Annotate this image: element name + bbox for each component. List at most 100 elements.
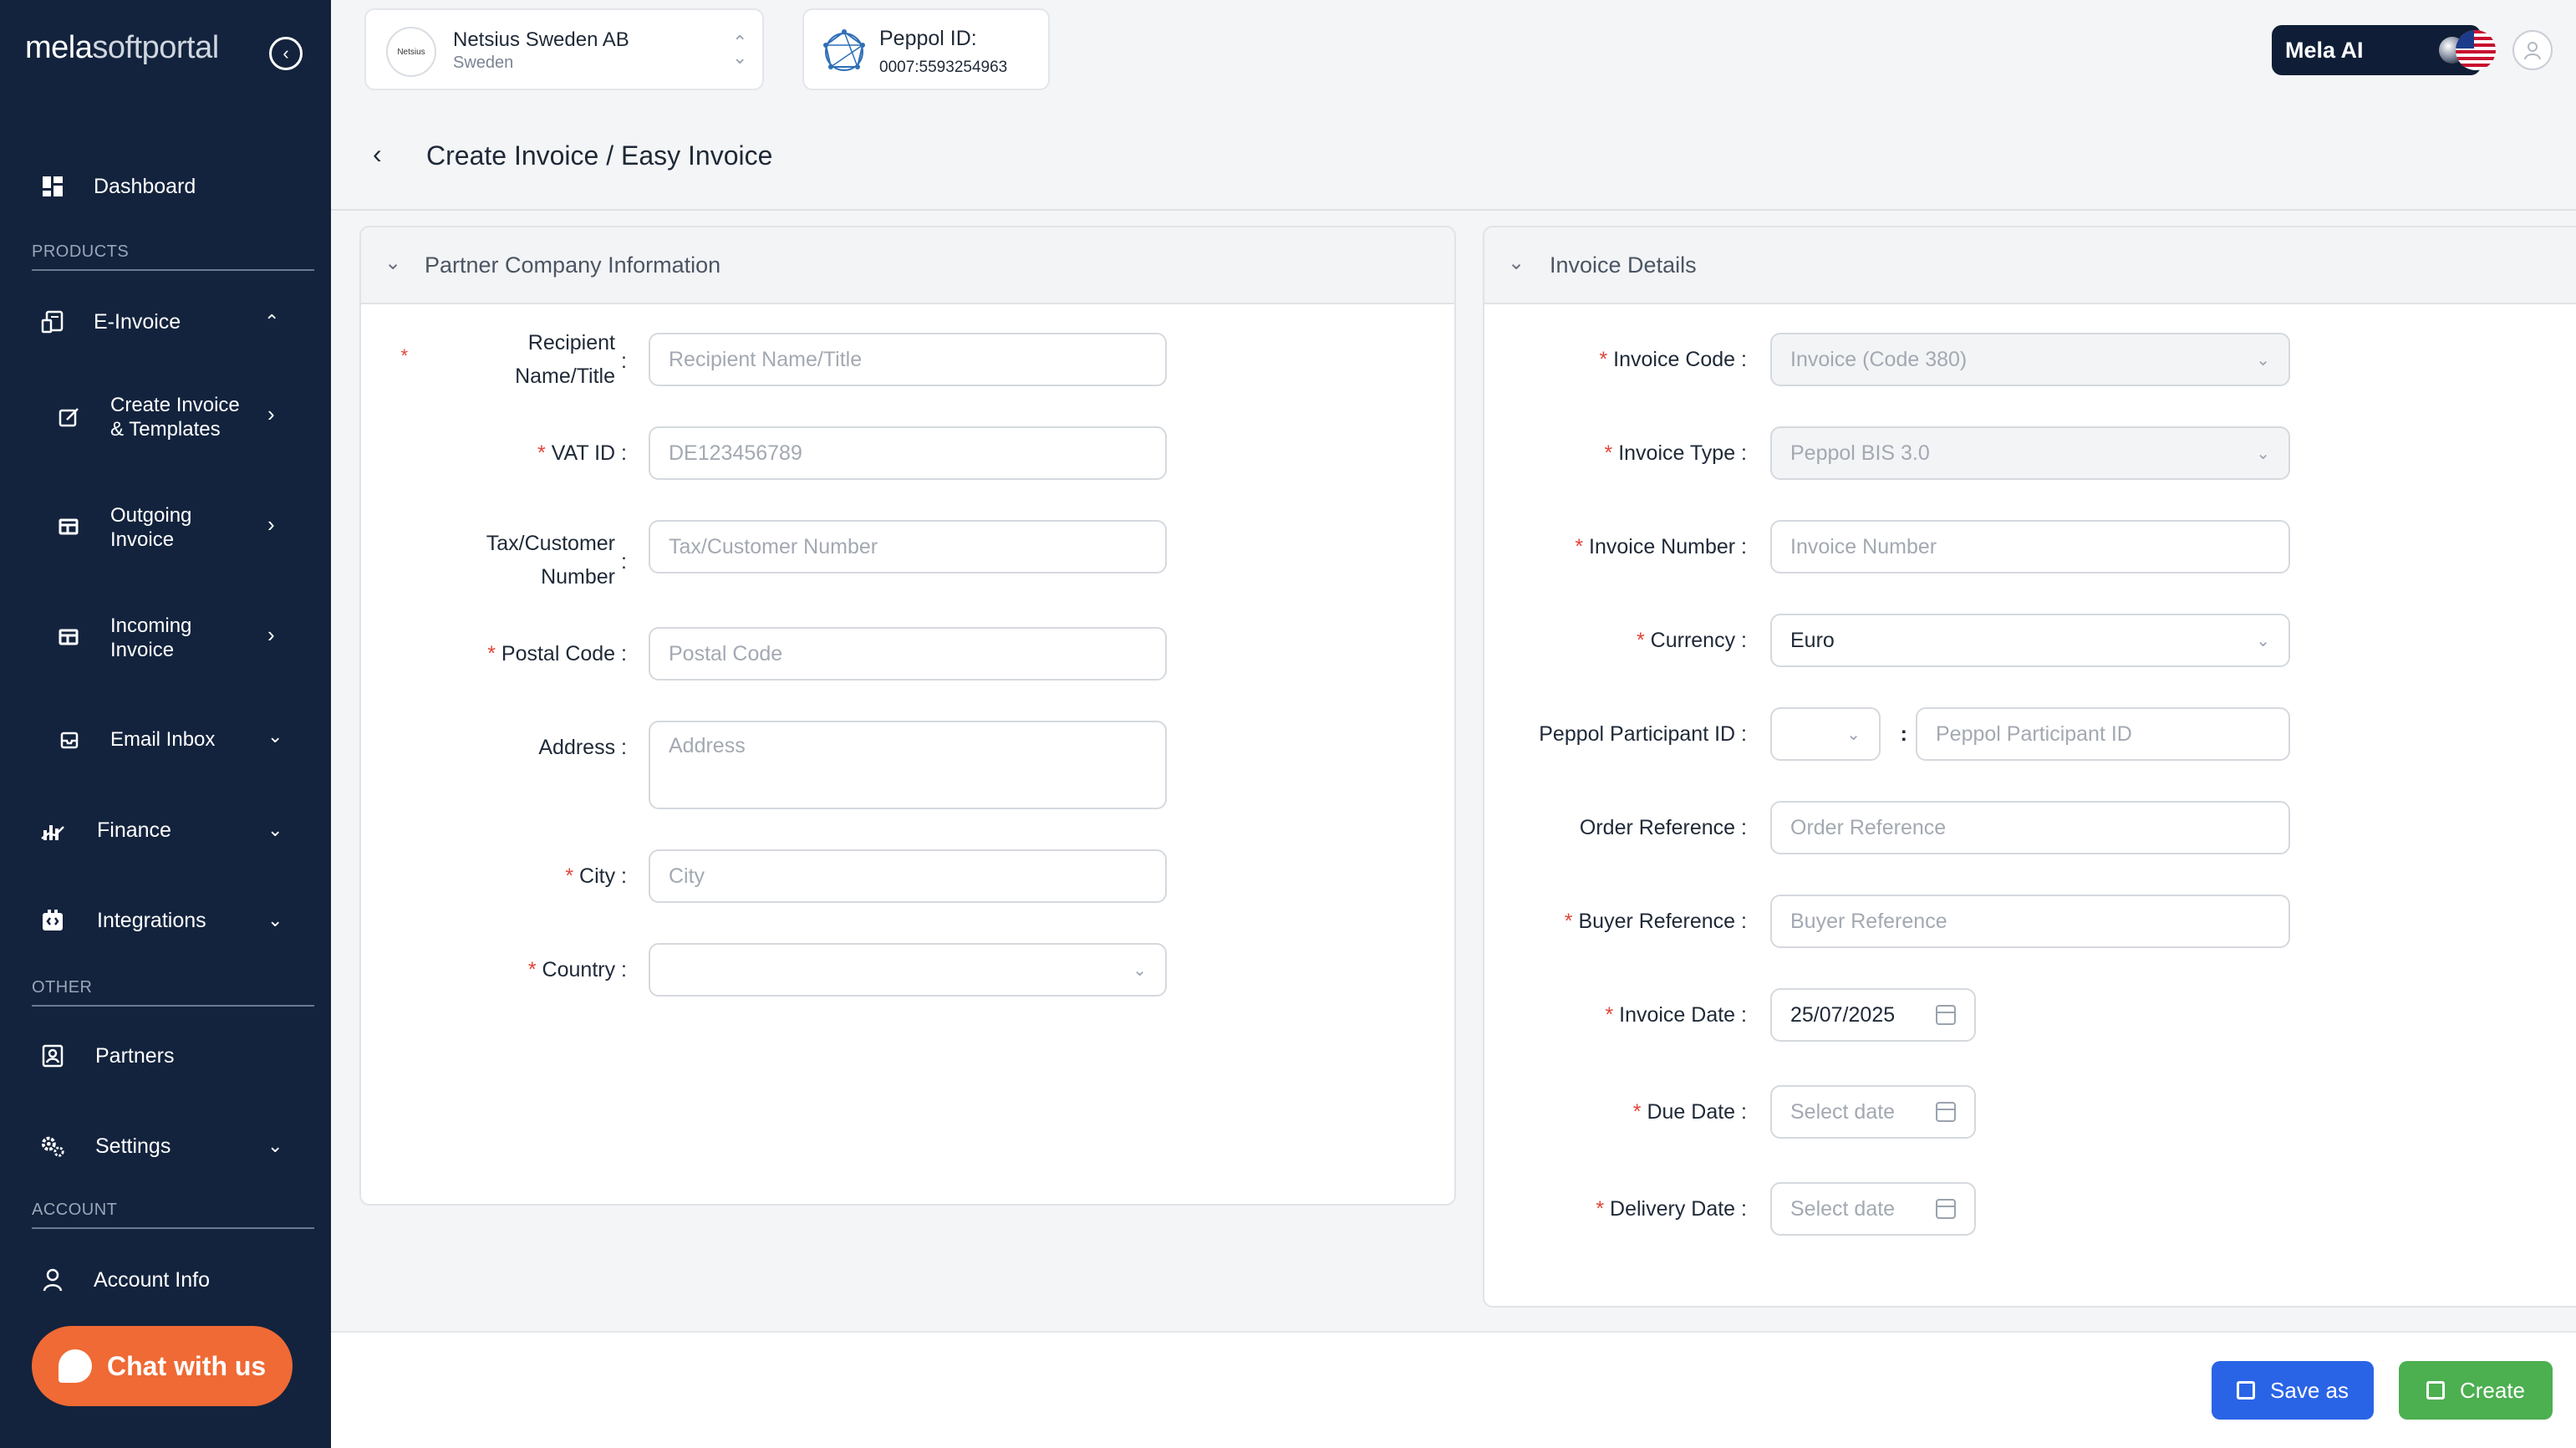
sidebar-item-label: Invoice — [110, 639, 175, 661]
recipient-name-input[interactable]: Recipient Name/Title — [649, 333, 1167, 386]
panel-title: Invoice Details — [1550, 252, 1697, 278]
invoice-code-value: Invoice (Code 380) — [1790, 347, 1968, 371]
company-logo: Netsius — [386, 27, 436, 77]
peppol-id-card: Peppol ID: 0007:5593254963 — [802, 8, 1050, 90]
buyer-reference-input[interactable]: Buyer Reference — [1770, 895, 2290, 948]
sidebar-item-label: & Templates — [110, 418, 221, 441]
sidebar-item-einvoice[interactable]: E-Invoice ⌃ — [0, 308, 331, 336]
save-as-button[interactable]: Save as — [2212, 1361, 2374, 1420]
sidebar: melasoftportal ‹ Dashboard PRODUCTS E-In… — [0, 0, 331, 1448]
country-label: * Country : — [527, 958, 627, 981]
chevron-right-icon: › — [267, 401, 275, 426]
topbar: Netsius Netsius Sweden AB Sweden ⌃ ⌄ Pepp… — [331, 0, 2576, 209]
chevron-down-icon: ⌄ — [267, 1135, 283, 1156]
vat-id-input[interactable]: DE123456789 — [649, 426, 1167, 480]
create-button[interactable]: Create — [2399, 1361, 2553, 1420]
currency-label: * Currency : — [1636, 629, 1747, 652]
sidebar-item-settings[interactable]: Settings ⌄ — [0, 1132, 331, 1160]
sidebar-item-label: Outgoing — [110, 504, 192, 527]
invoice-type-select[interactable]: Peppol BIS 3.0 ⌄ — [1770, 426, 2290, 480]
sidebar-item-label: Incoming — [110, 614, 192, 637]
city-label: * City : — [565, 864, 627, 888]
due-date-picker[interactable]: Select date — [1770, 1085, 1976, 1139]
city-input[interactable]: City — [649, 849, 1167, 903]
collapse-sidebar-button[interactable]: ‹ — [269, 37, 303, 70]
sidebar-item-email-inbox[interactable]: Email Inbox ⌄ — [0, 726, 331, 754]
invoice-date-label: * Invoice Date : — [1605, 1003, 1747, 1027]
sidebar-item-incoming-invoice[interactable]: Incoming Invoice › — [0, 614, 331, 664]
us-flag-icon[interactable] — [2456, 30, 2496, 70]
delivery-date-placeholder: Select date — [1790, 1196, 1896, 1221]
invoice-date-picker[interactable]: 25/07/2025 — [1770, 988, 1976, 1042]
vat-id-label: * VAT ID : — [537, 441, 627, 465]
invoice-code-label: * Invoice Code : — [1599, 348, 1747, 371]
company-switcher[interactable]: Netsius Netsius Sweden AB Sweden ⌃ ⌄ — [364, 8, 764, 90]
chevron-down-icon: ⌄ — [267, 910, 283, 930]
sidebar-item-label: Finance — [97, 818, 171, 842]
peppol-id-value: 0007:5593254963 — [879, 59, 1008, 76]
chevron-down-icon: ⌄ — [267, 726, 283, 747]
edit-icon — [57, 405, 82, 430]
section-label-other: OTHER — [32, 978, 93, 997]
partner-panel-header[interactable]: ⌄ Partner Company Information — [361, 227, 1454, 304]
order-reference-input[interactable]: Order Reference — [1770, 801, 2290, 854]
page-title: Create Invoice / Easy Invoice — [426, 140, 773, 171]
invoice-details-panel: ⌄ Invoice Details — [1483, 226, 2576, 1308]
address-textarea[interactable]: Address — [649, 721, 1167, 809]
invoice-panel-header[interactable]: ⌄ Invoice Details — [1484, 227, 2576, 304]
chevron-up-down-icon: ⌃ ⌄ — [732, 32, 748, 68]
peppol-network-icon — [823, 29, 865, 71]
sidebar-item-label: Dashboard — [94, 175, 196, 198]
invoice-type-label: * Invoice Type : — [1604, 441, 1748, 465]
sidebar-item-partners[interactable]: Partners — [0, 1042, 331, 1070]
finance-icon — [40, 818, 65, 843]
label-colon: : — [621, 550, 627, 574]
sidebar-item-integrations[interactable]: Integrations ⌄ — [0, 906, 331, 935]
sidebar-item-label: Create Invoice — [110, 394, 240, 416]
invoice-code-select[interactable]: Invoice (Code 380) ⌄ — [1770, 333, 2290, 386]
tax-customer-label: Tax/Customer Number — [486, 532, 615, 589]
company-name: Netsius Sweden AB — [453, 28, 629, 51]
sidebar-item-account-info[interactable]: Account Info — [0, 1266, 331, 1294]
chevron-down-icon: ⌄ — [2256, 632, 2270, 650]
integrations-icon — [40, 908, 65, 933]
peppol-scheme-select[interactable]: ⌄ — [1770, 707, 1881, 761]
sidebar-item-create-invoice[interactable]: Create Invoice & Templates › — [0, 393, 331, 443]
incoming-icon — [57, 625, 82, 650]
back-arrow-icon[interactable]: ‹ — [373, 139, 382, 170]
currency-value: Euro — [1790, 628, 1835, 652]
currency-select[interactable]: Euro ⌄ — [1770, 614, 2290, 667]
tax-customer-input[interactable]: Tax/Customer Number — [649, 520, 1167, 574]
save-icon — [2237, 1381, 2256, 1400]
chevron-down-icon: ⌄ — [267, 819, 283, 840]
sidebar-item-finance[interactable]: Finance ⌄ — [0, 816, 331, 844]
calendar-icon — [1936, 1005, 1956, 1025]
chevron-down-icon: ⌄ — [1508, 252, 1525, 274]
divider — [331, 209, 2576, 211]
invoice-number-label: * Invoice Number : — [1575, 535, 1747, 558]
due-date-placeholder: Select date — [1790, 1099, 1896, 1124]
mela-ai-button[interactable]: Mela AI — [2272, 25, 2481, 75]
sidebar-item-label: Account Info — [94, 1268, 210, 1292]
calendar-icon — [1936, 1102, 1956, 1122]
peppol-id-label: Peppol ID: — [879, 27, 977, 50]
sidebar-item-label: Settings — [95, 1134, 171, 1158]
postal-code-input[interactable]: Postal Code — [649, 627, 1167, 681]
einvoice-icon — [40, 309, 65, 334]
invoice-type-value: Peppol BIS 3.0 — [1790, 441, 1930, 465]
create-icon — [2426, 1381, 2445, 1400]
avatar-icon[interactable] — [2512, 30, 2553, 70]
invoice-number-input[interactable]: Invoice Number — [1770, 520, 2290, 574]
buyer-reference-label: * Buyer Reference : — [1564, 910, 1747, 933]
delivery-date-picker[interactable]: Select date — [1770, 1182, 1976, 1236]
sidebar-item-dashboard[interactable]: Dashboard — [0, 172, 331, 201]
chat-with-us-button[interactable]: Chat with us — [32, 1326, 293, 1406]
sidebar-item-outgoing-invoice[interactable]: Outgoing Invoice › — [0, 503, 331, 553]
chevron-down-icon: ⌄ — [1846, 726, 1861, 744]
label-colon: : — [621, 349, 627, 373]
country-select[interactable]: ⌄ — [649, 943, 1167, 997]
required-marker: * — [400, 345, 408, 366]
app-logo[interactable]: melasoftportal — [25, 30, 219, 66]
peppol-participant-input[interactable]: Peppol Participant ID — [1916, 707, 2290, 761]
sidebar-item-label: Email Inbox — [110, 728, 216, 751]
